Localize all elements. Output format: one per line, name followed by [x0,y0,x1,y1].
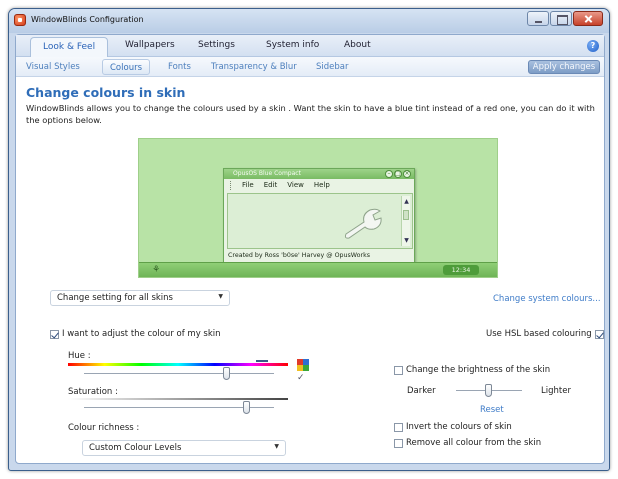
menu-grip-icon [230,181,232,190]
subtab-visual-styles[interactable]: Visual Styles [26,62,80,72]
adjust-colour-checkbox[interactable] [50,329,59,339]
subtab-fonts[interactable]: Fonts [168,62,191,72]
preview-menu-help: Help [313,181,330,189]
preview-window-controls: – □ × [385,170,411,178]
tab-about[interactable]: About [344,40,371,50]
saturation-slider-thumb[interactable] [243,401,251,414]
preview-minimize-icon: – [385,170,393,178]
adjust-colour-option[interactable]: I want to adjust the colour of my skin [50,329,221,339]
sub-tab-bar: Visual Styles Colours Fonts Transparency… [16,57,604,77]
hue-slider-thumb[interactable] [222,367,230,380]
remove-colour-option[interactable]: Remove all colour from the skin [394,438,541,448]
hue-marker [256,360,268,362]
brightness-slider-thumb[interactable] [485,384,492,397]
main-panel: Look & Feel Wallpapers Settings System i… [15,34,605,464]
change-system-colours-link[interactable]: Change system colours... [493,294,601,304]
preview-close-icon: × [403,170,411,178]
window-title: WindowBlinds Configuration [31,15,144,24]
subtab-colours[interactable]: Colours [102,59,151,75]
apply-scope-dropdown[interactable]: Change setting for all skins ▼ [50,290,230,306]
help-icon[interactable]: ? [587,40,599,52]
app-window: WindowBlinds Configuration Look & Feel W… [8,8,610,471]
chevron-down-icon: ▼ [274,443,279,450]
colour-richness-label: Colour richness : [68,423,140,433]
saturation-gradient-bar [68,398,288,400]
hsl-colouring-label: Use HSL based colouring [486,329,592,339]
tab-look-and-feel[interactable]: Look & Feel [30,37,109,57]
preview-menu-view: View [287,181,304,189]
colour-richness-dropdown[interactable]: Custom Colour Levels ▼ [82,440,286,456]
preview-taskbar: ⚘ 12:34 [139,262,497,277]
chevron-down-icon: ▼ [218,293,223,300]
preview-window-title: OpusOS Blue Compact [233,170,301,177]
preview-window: OpusOS Blue Compact – □ × File Edit View… [223,168,415,263]
invert-colours-option[interactable]: Invert the colours of skin [394,422,512,432]
palette-icon[interactable] [297,359,309,371]
skin-preview: OpusOS Blue Compact – □ × File Edit View… [138,138,498,278]
scroll-thumb [403,210,409,220]
page-title: Change colours in skin [26,85,186,100]
scroll-down-icon: ▼ [404,237,409,244]
preview-title-bar: OpusOS Blue Compact – □ × [224,169,414,179]
invert-colours-checkbox[interactable] [394,422,403,432]
invert-colours-label: Invert the colours of skin [406,422,512,432]
hue-spectrum-bar [68,363,288,366]
main-tab-bar: Look & Feel Wallpapers Settings System i… [16,35,604,57]
preview-scrollbar: ▲ ▼ [401,196,410,246]
brightness-option[interactable]: Change the brightness of the skin [394,365,550,375]
brightness-checkbox[interactable] [394,365,403,375]
darker-label: Darker [407,386,436,396]
subtab-transparency-blur[interactable]: Transparency & Blur [211,62,297,72]
preview-clock: 12:34 [443,265,479,275]
preview-menu-edit: Edit [263,181,278,189]
preview-menu-file: File [242,181,254,189]
colour-richness-value: Custom Colour Levels [89,443,182,453]
minimize-button[interactable] [527,11,549,26]
windowblinds-app-icon [14,14,26,26]
preview-maximize-icon: □ [394,170,402,178]
close-button[interactable] [573,11,603,26]
adjust-colour-label: I want to adjust the colour of my skin [62,329,221,339]
page-description: WindowBlinds allows you to change the co… [26,103,595,125]
preview-menu-bar: File Edit View Help [230,181,330,191]
title-bar[interactable]: WindowBlinds Configuration [9,9,609,33]
remove-colour-label: Remove all colour from the skin [406,438,542,448]
tab-system-info[interactable]: System info [266,40,319,50]
preview-status-text: Created by Ross 'b0se' Harvey @ OpusWork… [228,252,371,259]
checkmark-icon: ✓ [297,373,305,383]
remove-colour-checkbox[interactable] [394,438,403,448]
preview-client-area: ▲ ▼ [227,193,413,249]
hue-slider-track[interactable] [84,373,274,374]
subtab-sidebar[interactable]: Sidebar [316,62,348,72]
apply-scope-value: Change setting for all skins [57,293,173,303]
tab-wallpapers[interactable]: Wallpapers [125,40,175,50]
saturation-label: Saturation : [68,387,118,397]
start-button-icon: ⚘ [153,265,160,275]
hue-label: Hue : [68,351,91,361]
window-controls [527,11,603,26]
scroll-up-icon: ▲ [404,198,409,205]
hsl-colouring-checkbox[interactable] [594,329,604,339]
maximize-button[interactable] [550,11,572,26]
hsl-colouring-option[interactable]: Use HSL based colouring [486,329,604,339]
apply-changes-button[interactable]: Apply changes [528,60,600,74]
tab-settings[interactable]: Settings [198,40,235,50]
lighter-label: Lighter [541,386,571,396]
wrench-icon [344,208,382,239]
brightness-label: Change the brightness of the skin [406,365,551,375]
reset-brightness-link[interactable]: Reset [480,405,504,415]
